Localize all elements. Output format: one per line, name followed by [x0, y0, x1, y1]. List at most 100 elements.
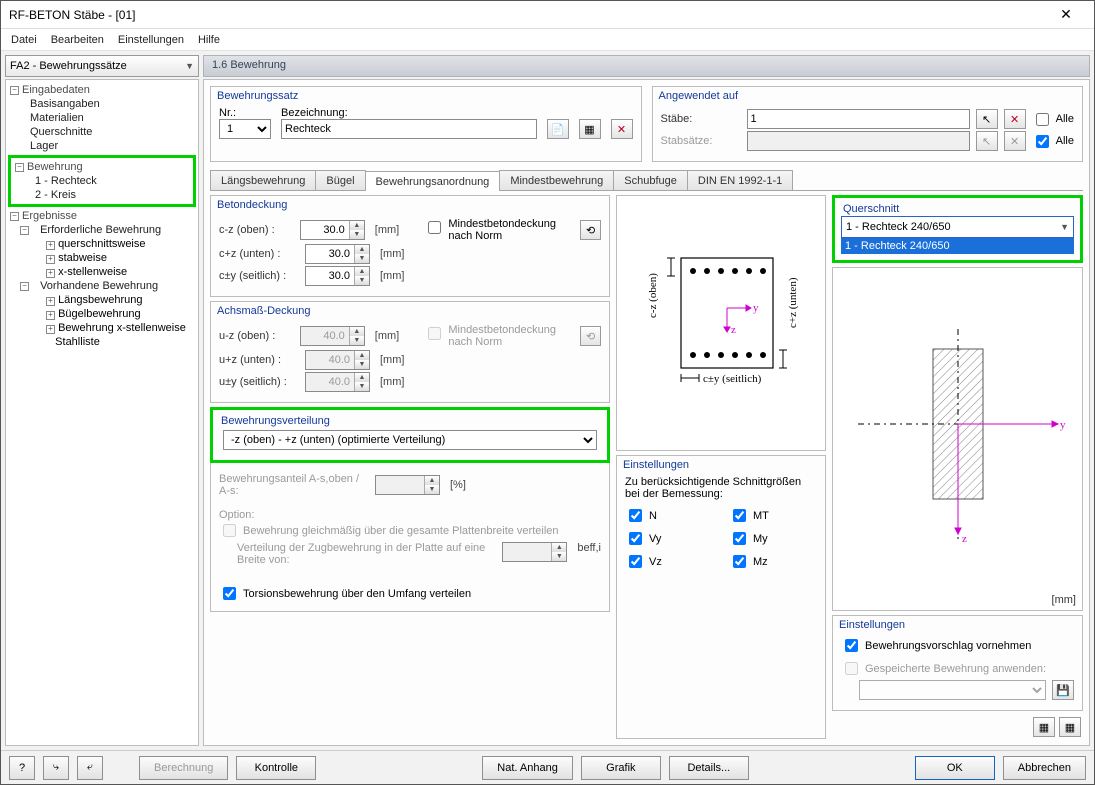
tab-mindestbewehrung[interactable]: Mindestbewehrung — [499, 170, 614, 190]
menu-file[interactable]: Datei — [11, 34, 37, 46]
svg-text:c-z (oben): c-z (oben) — [647, 273, 659, 318]
tree-item-basisangaben[interactable]: Basisangaben — [8, 97, 196, 111]
berechnung-button: Berechnung — [139, 756, 228, 780]
tree-item[interactable]: Stahlliste — [8, 335, 196, 349]
tree-bewehrung-header[interactable]: Bewehrung — [27, 161, 83, 173]
svg-text:z: z — [731, 324, 736, 336]
achsmass-legend: Achsmaß-Deckung — [217, 305, 311, 317]
clear-stabsaetze-icon: ✕ — [1004, 131, 1026, 151]
alle-stabsaetze-check[interactable] — [1036, 135, 1049, 148]
gleich-check — [223, 524, 236, 537]
sync2-icon: ⟲ — [580, 326, 601, 346]
tree-erforderliche[interactable]: Erforderliche Bewehrung — [40, 224, 161, 236]
case-selector-value: FA2 - Bewehrungssätze — [10, 60, 127, 72]
querschnitt-option[interactable]: 1 - Rechteck 240/650 — [841, 238, 1074, 254]
tree-item[interactable]: + x-stellenweise — [8, 265, 196, 279]
tree-item-lager[interactable]: Lager — [8, 139, 196, 153]
my-check[interactable] — [733, 532, 746, 545]
grafik-button[interactable]: Grafik — [581, 756, 661, 780]
tree-input-header[interactable]: Eingabedaten — [22, 84, 90, 96]
menu-settings[interactable]: Einstellungen — [118, 34, 184, 46]
svg-text:c+z (unten): c+z (unten) — [787, 277, 799, 328]
tree-item-materialien[interactable]: Materialien — [8, 111, 196, 125]
tab-bewehrungsanordnung[interactable]: Bewehrungsanordnung — [365, 171, 501, 191]
beff-input — [503, 543, 551, 561]
alle-staebe-check[interactable] — [1036, 113, 1049, 126]
close-icon[interactable]: ✕ — [1046, 6, 1086, 23]
querschnitt-select[interactable]: 1 - Rechteck 240/650▼ — [841, 216, 1074, 238]
pick-stabsaetze-icon: ↖ — [976, 131, 998, 151]
cy-input[interactable] — [306, 267, 354, 285]
tree-item[interactable]: + Bewehrung x-stellenweise — [8, 321, 196, 335]
details-button[interactable]: Details... — [669, 756, 749, 780]
stabsaetze-label: Stabsätze: — [661, 135, 741, 147]
tree-item-rechteck[interactable]: 1 - Rechteck — [13, 174, 191, 188]
svg-text:z: z — [962, 533, 967, 545]
pick-staebe-icon[interactable]: ↖ — [976, 109, 998, 129]
staebe-input[interactable] — [747, 109, 970, 129]
kontrolle-button[interactable]: Kontrolle — [236, 756, 316, 780]
save-reinf-icon[interactable]: 💾 — [1052, 680, 1074, 700]
tab-laengsbewehrung[interactable]: Längsbewehrung — [210, 170, 316, 190]
tree-item[interactable]: + Bügelbewehrung — [8, 307, 196, 321]
copy-icon[interactable]: ▦ — [579, 119, 601, 139]
cover-diagram: yz c-z (oben) c+z (unten) c±y (seitlich) — [616, 195, 826, 451]
uz-unten-input — [306, 351, 354, 369]
tab-buegel[interactable]: Bügel — [315, 170, 365, 190]
tree-item[interactable]: + stabweise — [8, 251, 196, 265]
vorschlag-check[interactable] — [845, 639, 858, 652]
mz-check[interactable] — [733, 555, 746, 568]
cz-oben-input[interactable] — [301, 221, 349, 239]
querschnitt-legend: Querschnitt — [843, 203, 899, 215]
menu-help[interactable]: Hilfe — [198, 34, 220, 46]
export-icon[interactable]: ⤷ — [43, 756, 69, 780]
new-icon[interactable]: 📄 — [547, 119, 569, 139]
tree-vorhandene[interactable]: Vorhandene Bewehrung — [40, 280, 158, 292]
table2-icon[interactable]: ▦ — [1059, 717, 1081, 737]
panel-title: 1.6 Bewehrung — [203, 55, 1090, 77]
tree-item[interactable]: + querschnittsweise — [8, 237, 196, 251]
vy-check[interactable] — [629, 532, 642, 545]
torsion-check[interactable] — [223, 587, 236, 600]
case-selector[interactable]: FA2 - Bewehrungssätze ▼ — [5, 55, 199, 77]
tree-results-header[interactable]: Ergebnisse — [22, 210, 77, 222]
table1-icon[interactable]: ▦ — [1033, 717, 1055, 737]
verteilung-legend: Bewehrungsverteilung — [221, 415, 330, 427]
menubar: Datei Bearbeiten Einstellungen Hilfe — [1, 29, 1094, 51]
angewendet-legend: Angewendet auf — [659, 90, 739, 102]
navigation-tree[interactable]: −Eingabedaten Basisangaben Materialien Q… — [5, 79, 199, 746]
verteilung-select[interactable]: -z (oben) - +z (unten) (optimierte Verte… — [223, 430, 597, 450]
n-check[interactable] — [629, 509, 642, 522]
delete-icon[interactable]: ✕ — [611, 119, 633, 139]
cz-unten-input[interactable] — [306, 245, 354, 263]
mt-check[interactable] — [733, 509, 746, 522]
bezeichnung-input[interactable] — [281, 119, 537, 139]
sync-icon[interactable]: ⟲ — [580, 220, 601, 240]
menu-edit[interactable]: Bearbeiten — [51, 34, 104, 46]
einst-info: Zu berücksichtigende Schnittgrößen bei d… — [625, 476, 817, 500]
import-icon[interactable]: ⤶ — [77, 756, 103, 780]
tab-din[interactable]: DIN EN 1992-1-1 — [687, 170, 793, 190]
help-icon[interactable]: ? — [9, 756, 35, 780]
einst-right-legend: Einstellungen — [839, 619, 905, 631]
cz-oben-label: c-z (oben) : — [219, 224, 294, 236]
ok-button[interactable]: OK — [915, 756, 995, 780]
svg-text:c±y (seitlich): c±y (seitlich) — [703, 373, 762, 385]
anteil-input — [376, 476, 424, 494]
tab-schubfuge[interactable]: Schubfuge — [613, 170, 688, 190]
chevron-down-icon: ▼ — [185, 61, 194, 71]
uy-input — [306, 373, 354, 391]
nr-select[interactable]: 1 — [219, 119, 271, 139]
einst-mid-legend: Einstellungen — [623, 459, 689, 471]
clear-staebe-icon[interactable]: ✕ — [1004, 109, 1026, 129]
mindest-beton-check[interactable] — [428, 221, 441, 234]
mindest-achs-check — [428, 327, 441, 340]
vz-check[interactable] — [629, 555, 642, 568]
natanhang-button[interactable]: Nat. Anhang — [482, 756, 573, 780]
gespeichert-check — [845, 662, 858, 675]
tree-item-kreis[interactable]: 2 - Kreis — [13, 188, 191, 202]
staebe-label: Stäbe: — [661, 113, 741, 125]
abbrechen-button[interactable]: Abbrechen — [1003, 756, 1086, 780]
tree-item[interactable]: + Längsbewehrung — [8, 293, 196, 307]
tree-item-querschnitte[interactable]: Querschnitte — [8, 125, 196, 139]
